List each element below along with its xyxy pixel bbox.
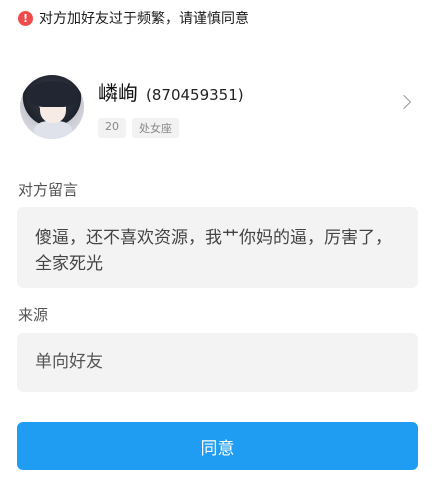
qq-number: (870459351) [146, 85, 244, 104]
source-label: 来源 [18, 306, 49, 324]
avatar[interactable] [20, 75, 84, 139]
name-row: 嶙峋 (870459351) [98, 77, 415, 106]
source-value: 单向好友 [35, 352, 103, 372]
source-box: 单向好友 [17, 333, 418, 392]
profile-tags: 20 处女座 [98, 117, 415, 138]
nickname: 嶙峋 [98, 80, 138, 105]
message-text: 傻逼，还不喜欢资源，我艹你妈的逼，厉害了，全家死光 [35, 228, 392, 274]
agree-button[interactable]: 同意 [17, 422, 418, 470]
message-box: 傻逼，还不喜欢资源，我艹你妈的逼，厉害了，全家死光 [17, 207, 418, 288]
profile-card[interactable]: 嶙峋 (870459351) 20 处女座 [20, 72, 415, 142]
avatar-collar [34, 121, 72, 139]
profile-info: 嶙峋 (870459351) 20 处女座 [98, 77, 415, 138]
exclamation-icon: ! [18, 10, 33, 26]
zodiac-tag: 处女座 [132, 117, 179, 138]
avatar-hair [30, 81, 76, 107]
warning-text: 对方加好友过于频繁，请谨慎同意 [39, 11, 249, 27]
age-tag: 20 [98, 117, 126, 138]
warning-banner: ! 对方加好友过于频繁，请谨慎同意 [18, 8, 249, 28]
message-label: 对方留言 [18, 181, 79, 199]
